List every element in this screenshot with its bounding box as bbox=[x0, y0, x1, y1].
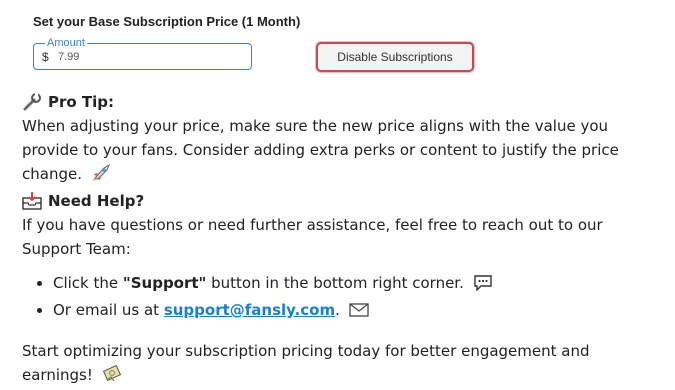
speech-bubble-icon bbox=[473, 274, 493, 298]
pro-tip-label: Pro Tip: bbox=[48, 93, 115, 111]
subscription-settings-page: Set your Base Subscription Price (1 Mont… bbox=[0, 0, 675, 384]
currency-symbol: $ bbox=[42, 50, 49, 64]
need-help-heading: Need Help? bbox=[22, 189, 662, 213]
list-item: Or email us at support@fansly.com. bbox=[53, 298, 662, 325]
pro-tip-heading: Pro Tip: bbox=[22, 90, 662, 114]
list-item: Click the "Support" button in the bottom… bbox=[53, 271, 662, 298]
support-options-list: Click the "Support" button in the bottom… bbox=[22, 271, 662, 325]
need-help-text: If you have questions or need further as… bbox=[22, 216, 603, 258]
support-email-link[interactable]: support@fansly.com bbox=[164, 301, 335, 319]
money-icon bbox=[102, 364, 122, 390]
amount-input[interactable] bbox=[58, 48, 238, 66]
subscription-price-title: Set your Base Subscription Price (1 Mont… bbox=[33, 14, 301, 29]
help-content: Pro Tip: When adjusting your price, make… bbox=[22, 90, 662, 390]
wrench-icon bbox=[22, 93, 42, 111]
need-help-label: Need Help? bbox=[48, 192, 145, 210]
pro-tip-text: When adjusting your price, make sure the… bbox=[22, 114, 662, 189]
rocket-icon bbox=[91, 163, 111, 189]
disable-subscriptions-button[interactable]: Disable Subscriptions bbox=[316, 42, 474, 72]
envelope-icon bbox=[349, 301, 369, 325]
amount-field[interactable]: Amount $ bbox=[33, 36, 252, 70]
inbox-icon bbox=[22, 192, 42, 210]
closing-text: Start optimizing your subscription prici… bbox=[22, 339, 662, 390]
